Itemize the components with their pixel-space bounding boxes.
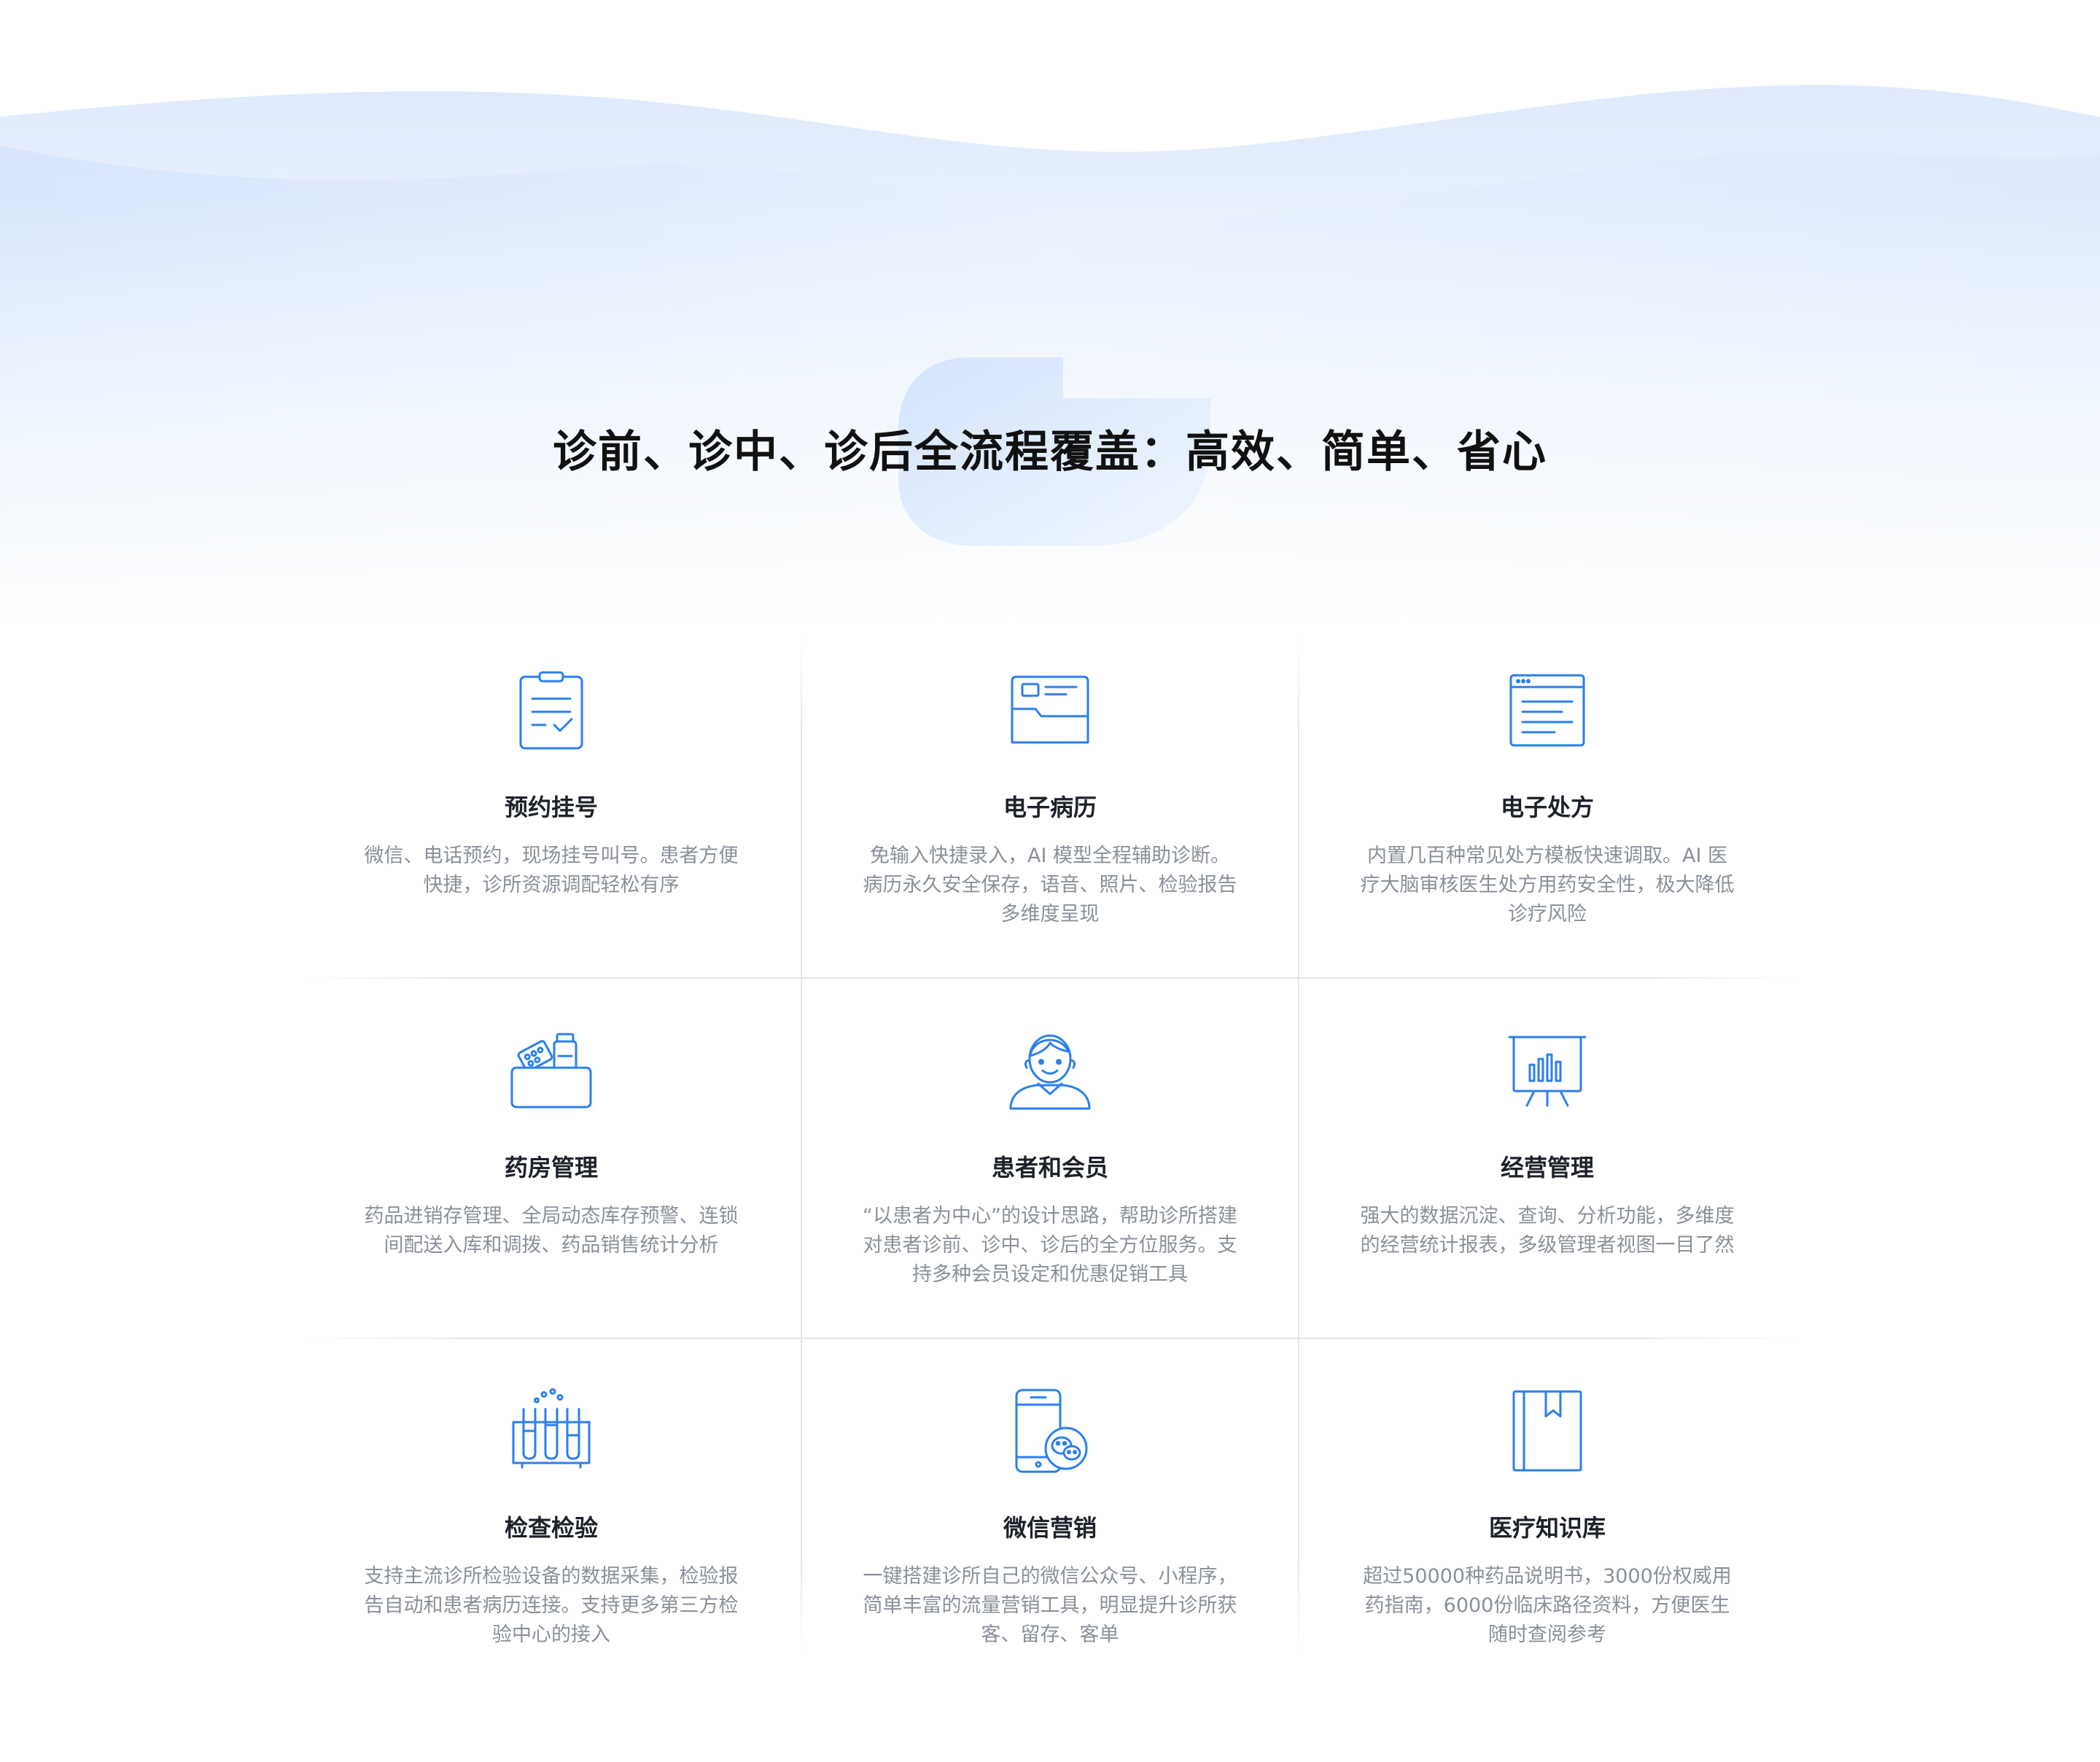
bookmark-book-icon <box>1504 1387 1591 1475</box>
feature-card-knowledge[interactable]: 医疗知识库 超过50000种药品说明书，3000份权威用药指南，6000份临床路… <box>1298 1355 1797 1715</box>
feature-description: 药品进销存管理、全局动态库存预警、连锁间配送入库和调拨、药品销售统计分析 <box>364 1205 739 1257</box>
feature-card-patients[interactable]: 患者和会员 “以患者为中心”的设计思路，帮助诊所搭建对患者诊前、诊中、诊后的全方… <box>801 995 1299 1355</box>
feature-card-emr[interactable]: 电子病历 免输入快捷录入，AI 模型全程辅助诊断。病历永久安全保存，语音、照片、… <box>801 634 1299 995</box>
feature-title: 医疗知识库 <box>1488 1514 1606 1542</box>
feature-card-operations[interactable]: 经营管理 强大的数据沉淀、查询、分析功能，多维度的经营统计报表，多级管理者视图一… <box>1298 995 1797 1355</box>
feature-card-lab[interactable]: 检查检验 支持主流诊所检验设备的数据采集，检验报告自动和患者病历连接。支持更多第… <box>302 1355 801 1715</box>
feature-description: 免输入快捷录入，AI 模型全程辅助诊断。病历永久安全保存，语音、照片、检验报告多… <box>863 845 1237 925</box>
prescription-window-icon <box>1504 667 1591 754</box>
feature-title: 电子病历 <box>1003 793 1097 821</box>
feature-card-appointment[interactable]: 预约挂号 微信、电话预约，现场挂号叫号。患者方便快捷，诊所资源调配轻松有序 <box>302 634 801 995</box>
medicine-box-icon <box>508 1027 595 1114</box>
page-title: 诊前、诊中、诊后全流程覆盖：高效、简单、省心 <box>553 427 1547 478</box>
feature-description: 超过50000种药品说明书，3000份权威用药指南，6000份临床路径资料，方便… <box>1363 1565 1732 1646</box>
feature-description: 强大的数据沉淀、查询、分析功能，多维度的经营统计报表，多级管理者视图一目了然 <box>1360 1205 1735 1257</box>
feature-title: 患者和会员 <box>991 1154 1108 1181</box>
patient-avatar-icon <box>1006 1027 1094 1114</box>
clipboard-check-icon <box>508 667 595 754</box>
feature-title: 预约挂号 <box>504 793 598 821</box>
feature-card-pharmacy[interactable]: 药房管理 药品进销存管理、全局动态库存预警、连锁间配送入库和调拨、药品销售统计分… <box>302 995 801 1355</box>
feature-card-wechat[interactable]: 微信营销 一键搭建诊所自己的微信公众号、小程序，简单丰富的流量营销工具，明显提升… <box>801 1355 1299 1715</box>
feature-description: 一键搭建诊所自己的微信公众号、小程序，简单丰富的流量营销工具，明显提升诊所获客、… <box>863 1565 1237 1646</box>
medical-folder-icon <box>1006 667 1094 754</box>
feature-title: 电子处方 <box>1500 793 1594 821</box>
feature-title: 药房管理 <box>504 1154 598 1181</box>
presentation-chart-icon <box>1504 1027 1591 1114</box>
feature-title: 检查检验 <box>504 1514 598 1542</box>
phone-wechat-icon <box>1006 1387 1094 1475</box>
feature-description: 内置几百种常见处方模板快速调取。AI 医疗大脑审核医生处方用药安全性，极大降低诊… <box>1360 845 1735 925</box>
feature-title: 微信营销 <box>1003 1514 1097 1542</box>
feature-grid: 预约挂号 微信、电话预约，现场挂号叫号。患者方便快捷，诊所资源调配轻松有序 电子… <box>302 634 1798 1714</box>
feature-title: 经营管理 <box>1500 1154 1594 1181</box>
feature-description: 支持主流诊所检验设备的数据采集，检验报告自动和患者病历连接。支持更多第三方检验中… <box>364 1565 739 1646</box>
feature-card-prescription[interactable]: 电子处方 内置几百种常见处方模板快速调取。AI 医疗大脑审核医生处方用药安全性，… <box>1298 634 1797 995</box>
test-tubes-icon <box>508 1387 595 1475</box>
feature-description: “以患者为中心”的设计思路，帮助诊所搭建对患者诊前、诊中、诊后的全方位服务。支持… <box>863 1205 1237 1286</box>
feature-description: 微信、电话预约，现场挂号叫号。患者方便快捷，诊所资源调配轻松有序 <box>364 845 739 896</box>
